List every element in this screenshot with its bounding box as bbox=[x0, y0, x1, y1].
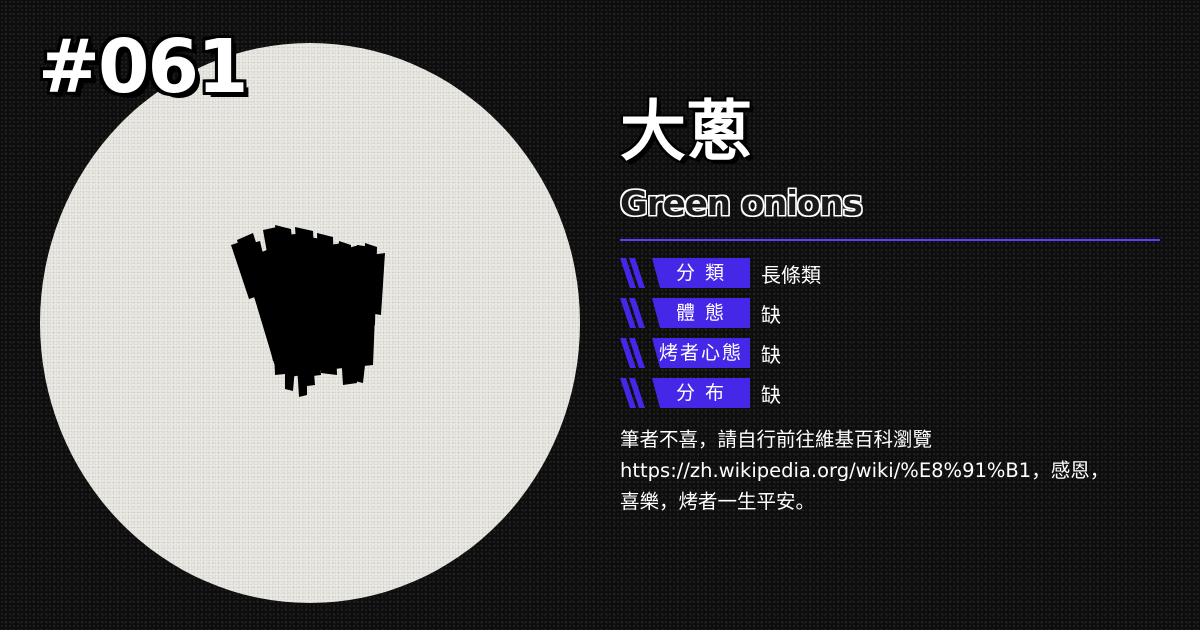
attribute-label-tag: 體 態 bbox=[620, 298, 750, 328]
green-onion-silhouette-icon bbox=[231, 225, 385, 397]
attribute-value: 缺 bbox=[761, 302, 781, 327]
description-link-line: https://zh.wikipedia.org/wiki/%E8%91%B1，… bbox=[620, 459, 1110, 482]
attribute-value: 缺 bbox=[761, 382, 781, 407]
attribute-label: 分 布 bbox=[675, 382, 727, 404]
attribute-row-category: 分 類 長條類 bbox=[620, 258, 821, 288]
item-title-chinese: 大蔥 bbox=[620, 93, 752, 170]
item-title-english: Green onions bbox=[620, 184, 863, 224]
attribute-value: 長條類 bbox=[761, 262, 821, 287]
attribute-value: 缺 bbox=[761, 342, 781, 367]
description-text: 筆者不喜，請自行前往維基百科瀏覽 https://zh.wikipedia.or… bbox=[620, 424, 1180, 517]
attribute-label: 分 類 bbox=[675, 262, 727, 284]
description-line: 筆者不喜，請自行前往維基百科瀏覽 bbox=[620, 428, 933, 451]
attribute-row-body: 體 態 缺 bbox=[620, 298, 821, 328]
attribute-list: 分 類 長條類 體 態 缺 烤者心態 缺 分 布 缺 bbox=[620, 258, 821, 418]
attribute-label: 烤者心態 bbox=[658, 342, 743, 364]
attribute-label-tag: 烤者心態 bbox=[620, 338, 750, 368]
attribute-label: 體 態 bbox=[675, 302, 727, 324]
description-line: 喜樂，烤者一生平安。 bbox=[620, 490, 816, 513]
attribute-row-mindset: 烤者心態 缺 bbox=[620, 338, 821, 368]
title-divider bbox=[620, 239, 1160, 241]
entry-number: #061 bbox=[38, 24, 248, 110]
attribute-label-tag: 分 類 bbox=[620, 258, 750, 288]
attribute-row-distribution: 分 布 缺 bbox=[620, 378, 821, 408]
attribute-label-tag: 分 布 bbox=[620, 378, 750, 408]
